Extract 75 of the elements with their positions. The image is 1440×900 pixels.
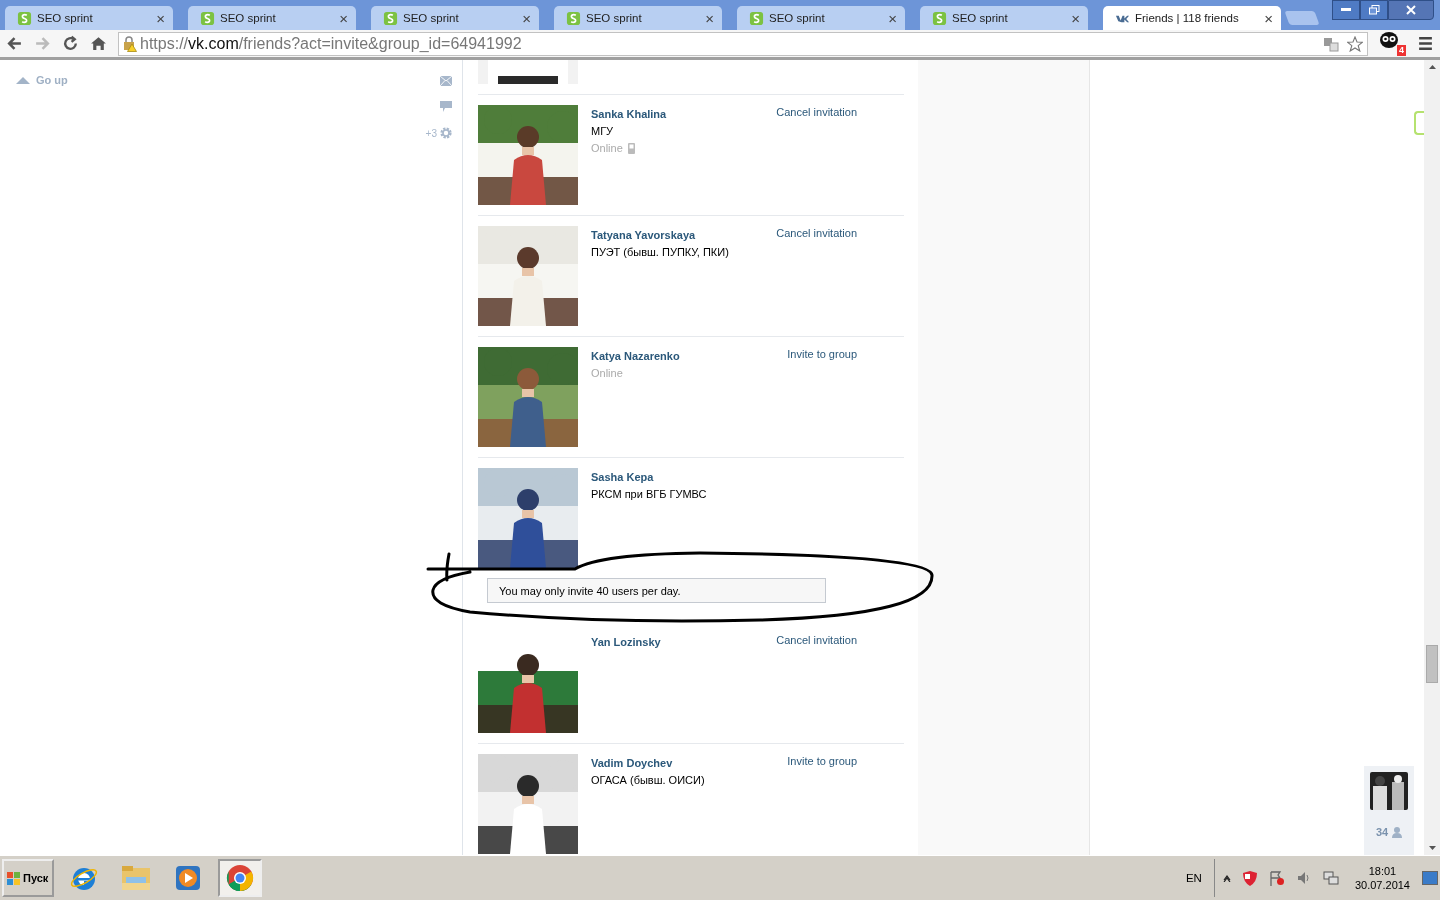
close-tab-button[interactable]: × bbox=[1071, 10, 1080, 26]
browser-tab[interactable]: SEO sprint × bbox=[188, 6, 356, 30]
reload-icon[interactable] bbox=[62, 35, 79, 52]
invite-action-link[interactable]: Cancel invitation bbox=[776, 634, 857, 646]
start-button[interactable]: Пуск bbox=[2, 859, 54, 897]
address-bar[interactable]: https://vk.com/friends?act=invite&group_id=64941992 bbox=[118, 31, 1368, 56]
folder-icon bbox=[120, 863, 152, 893]
dollar-icon bbox=[566, 10, 581, 26]
play-icon bbox=[174, 864, 202, 892]
translate-icon[interactable] bbox=[1323, 35, 1339, 52]
browser-tab[interactable]: SEO sprint × bbox=[737, 6, 905, 30]
university-text: РКСМ при ВГБ ГУМВС bbox=[591, 488, 707, 500]
close-tab-button[interactable]: × bbox=[705, 10, 714, 26]
university-text: ОГАСА (бывш. ОИСИ) bbox=[591, 774, 705, 786]
friends-count: 34 bbox=[1375, 826, 1389, 838]
taskbar-app[interactable] bbox=[218, 859, 262, 897]
extension-button[interactable]: 4 bbox=[1379, 31, 1406, 56]
close-tab-button[interactable]: × bbox=[156, 10, 165, 26]
shield-icon[interactable] bbox=[1242, 870, 1257, 886]
counter-text: +3 bbox=[425, 127, 437, 139]
invite-action-link[interactable]: Cancel invitation bbox=[776, 106, 857, 118]
friend-name-link[interactable]: Tatyana Yavorskaya bbox=[591, 229, 729, 241]
dollar-icon bbox=[17, 10, 32, 26]
browser-tab[interactable]: SEO sprint × bbox=[554, 6, 722, 30]
notice-message: You may only invite 40 users per day. bbox=[487, 578, 826, 603]
university-text: ПУЭТ (бывш. ПУПКУ, ПКИ) bbox=[591, 246, 729, 258]
menu-icon[interactable] bbox=[1417, 35, 1434, 52]
dollar-icon bbox=[749, 10, 764, 26]
minimize-button[interactable] bbox=[1332, 0, 1360, 20]
browser-tab[interactable]: SEO sprint × bbox=[371, 6, 539, 30]
close-tab-button[interactable]: × bbox=[522, 10, 531, 26]
browser-tab[interactable]: Friends | 118 friends × bbox=[1103, 6, 1281, 30]
speaker-icon[interactable] bbox=[1296, 871, 1311, 885]
online-status: Online bbox=[591, 367, 623, 379]
dollar-icon bbox=[383, 10, 398, 26]
minimize-icon bbox=[1341, 8, 1351, 12]
back-icon[interactable] bbox=[6, 35, 23, 52]
star-icon[interactable] bbox=[1347, 35, 1363, 52]
invite-action-link[interactable]: Invite to group bbox=[787, 348, 857, 360]
notification-badge: 4 bbox=[1397, 45, 1406, 56]
friend-name-link[interactable]: Vadim Doychev bbox=[591, 757, 705, 769]
lock-warning-icon bbox=[123, 35, 137, 52]
restore-icon bbox=[1368, 5, 1380, 15]
close-icon bbox=[1406, 5, 1416, 15]
windows-logo-icon bbox=[7, 871, 21, 885]
friend-name-link[interactable]: Sasha Kepa bbox=[591, 471, 707, 483]
browser-tab[interactable]: SEO sprint × bbox=[5, 6, 173, 30]
restore-button[interactable] bbox=[1360, 0, 1388, 20]
scroll-down-icon[interactable] bbox=[1428, 846, 1436, 850]
scrollbar[interactable] bbox=[1424, 60, 1440, 855]
dollar-icon bbox=[200, 10, 215, 26]
friend-name-link[interactable]: Yan Lozinsky bbox=[591, 636, 661, 648]
invite-action-link[interactable]: Invite to group bbox=[787, 755, 857, 767]
close-tab-button[interactable]: × bbox=[1264, 10, 1273, 26]
close-tab-button[interactable]: × bbox=[888, 10, 897, 26]
dollar-icon bbox=[932, 10, 947, 26]
scroll-up-icon[interactable] bbox=[1428, 65, 1436, 69]
close-window-button[interactable] bbox=[1388, 0, 1434, 20]
close-tab-button[interactable]: × bbox=[339, 10, 348, 26]
online-status: Online bbox=[591, 142, 623, 154]
scroll-thumb[interactable] bbox=[1426, 645, 1438, 683]
friend-name-link[interactable]: Katya Nazarenko bbox=[591, 350, 680, 362]
flag-icon[interactable] bbox=[1268, 870, 1285, 886]
invite-action-link[interactable]: Cancel invitation bbox=[776, 227, 857, 239]
chrome-icon bbox=[225, 863, 255, 893]
language-indicator[interactable]: EN bbox=[1185, 872, 1202, 884]
clock[interactable]: 18:01 30.07.2014 bbox=[1354, 864, 1410, 892]
home-icon[interactable] bbox=[90, 35, 107, 52]
person-icon bbox=[1392, 826, 1403, 838]
up-triangle-icon bbox=[16, 76, 30, 84]
browser-tab[interactable]: SEO sprint × bbox=[920, 6, 1088, 30]
university-text: МГУ bbox=[591, 125, 615, 137]
friend-name-link[interactable]: Sanka Khalina bbox=[591, 108, 667, 120]
chevron-up-icon[interactable] bbox=[1222, 874, 1231, 882]
network-icon[interactable] bbox=[1322, 870, 1339, 886]
